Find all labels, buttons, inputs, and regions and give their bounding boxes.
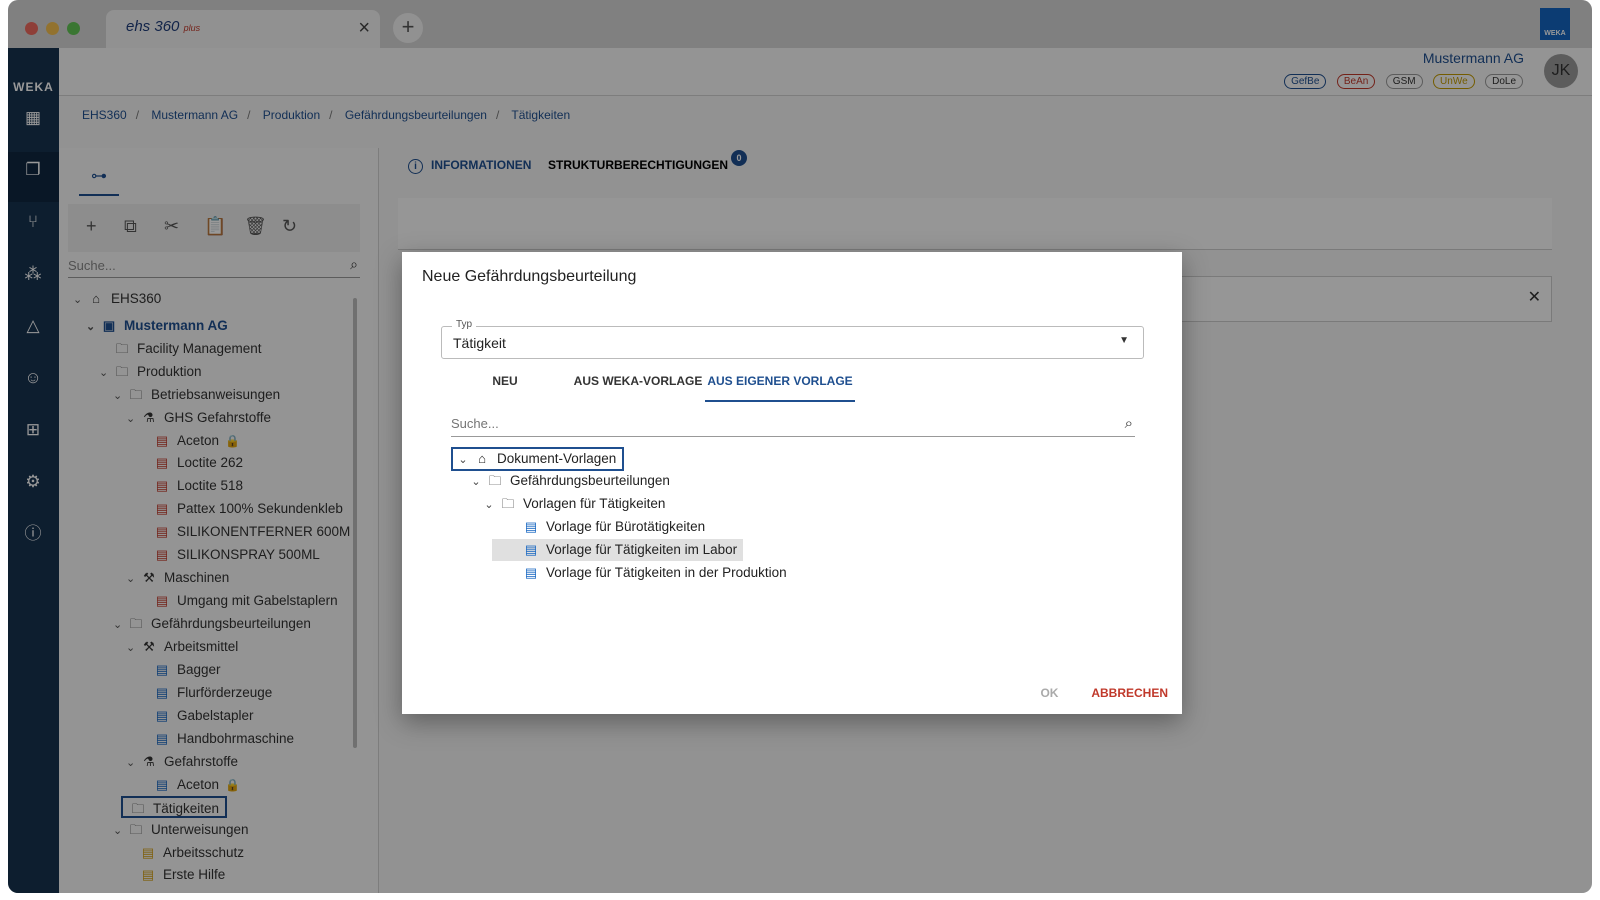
template-tree-item[interactable]: ⌄ 🗀 Gefährdungsbeurteilungen <box>466 470 669 493</box>
folder-icon: 🗀 <box>488 473 502 488</box>
type-select[interactable]: Typ Tätigkeit ▼ <box>441 319 1144 359</box>
type-select-value: Tätigkeit <box>453 335 506 351</box>
tab-neu[interactable]: NEU <box>485 374 525 388</box>
document-icon: ▤ <box>524 565 538 580</box>
chevron-down-icon[interactable]: ⌄ <box>466 471 486 493</box>
chevron-down-icon[interactable]: ⌄ <box>479 494 499 516</box>
dialog-title: Neue Gefährdungsbeurteilung <box>422 268 637 285</box>
template-search-input[interactable] <box>451 416 1091 431</box>
template-tree-item-selected[interactable]: ⌄ ⌂ Dokument-Vorlagen <box>451 447 625 471</box>
folder-icon: 🗀 <box>501 496 515 511</box>
template-tree-item[interactable]: ▤ Vorlage für Tätigkeiten in der Produkti… <box>522 562 787 584</box>
document-icon: ▤ <box>524 542 538 557</box>
ok-button[interactable]: OK <box>1040 686 1058 700</box>
building-icon: ⌂ <box>478 451 486 466</box>
tab-weka-vorlage[interactable]: AUS WEKA-VORLAGE <box>573 374 703 388</box>
template-tree-item[interactable]: ▤ Vorlage für Bürotätigkeiten <box>522 516 705 538</box>
search-icon[interactable]: ⌕ <box>1125 415 1133 432</box>
chevron-down-icon[interactable]: ⌄ <box>453 450 473 470</box>
new-assessment-dialog: Neue Gefährdungsbeurteilung Typ Tätigkei… <box>402 252 1182 714</box>
type-select-label: Typ <box>452 319 477 330</box>
template-search-field[interactable]: ⌕ <box>451 415 1135 437</box>
template-tree-item[interactable]: ⌄ 🗀 Vorlagen für Tätigkeiten <box>479 493 665 515</box>
template-tree-item-highlighted[interactable]: ▤ Vorlage für Tätigkeiten im Labor <box>492 539 744 561</box>
document-icon: ▤ <box>524 519 538 534</box>
dialog-actions: OK ABBRECHEN <box>1040 686 1168 700</box>
tab-eigene-vorlage[interactable]: AUS EIGENER VORLAGE <box>705 374 855 402</box>
cancel-button[interactable]: ABBRECHEN <box>1091 686 1168 700</box>
dropdown-arrow-icon[interactable]: ▼ <box>1119 335 1129 346</box>
source-tabs: NEU AUS WEKA-VORLAGE AUS EIGENER VORLAGE <box>441 370 1144 402</box>
